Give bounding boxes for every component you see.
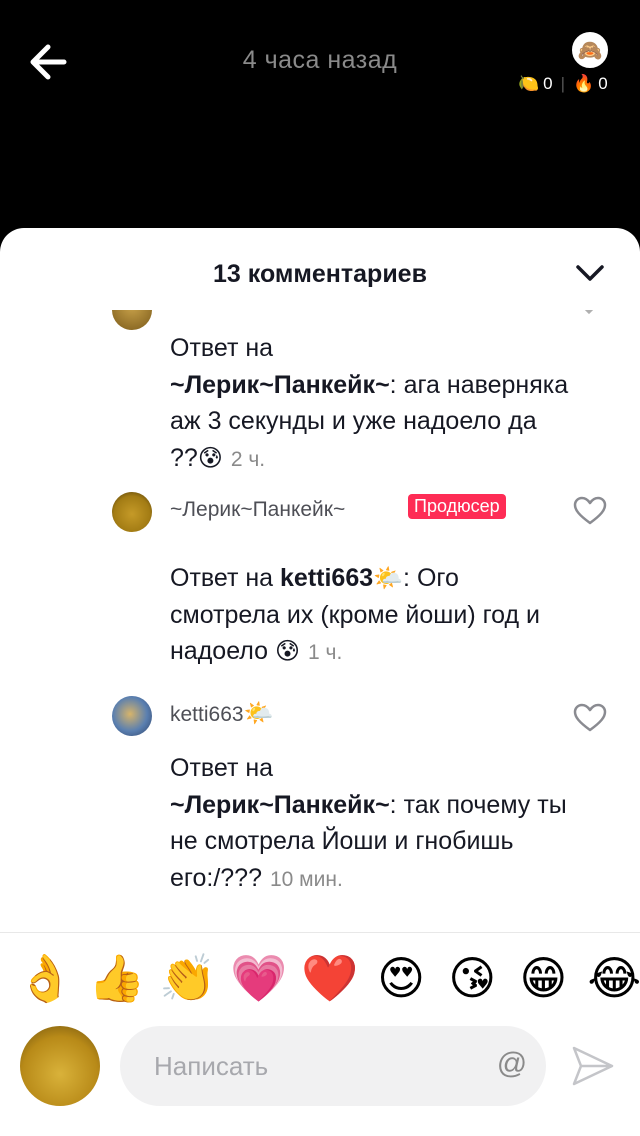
send-button[interactable] — [568, 1042, 616, 1090]
avatar[interactable] — [112, 492, 152, 532]
comments-list[interactable]: Ответ на ~Лерик~Панкейк~: ага наверняка … — [0, 310, 640, 930]
stats-divider: | — [560, 74, 566, 93]
reply-prefix: Ответ на — [170, 334, 274, 362]
anxious-face-icon: 😰 — [197, 444, 223, 472]
clapping-emoji-button[interactable]: 👏 — [152, 946, 223, 1010]
comment-input[interactable] — [154, 1046, 474, 1086]
send-icon — [572, 1046, 614, 1086]
coin-icon: 🍋 — [518, 74, 540, 93]
ok-hand-emoji-button[interactable]: 👌 — [10, 946, 81, 1010]
author-avatar[interactable]: 🙈 — [572, 32, 608, 68]
coin-count: 0 — [543, 74, 553, 93]
heart-eyes-emoji-button[interactable]: 😍 — [366, 946, 437, 1010]
sparkling-heart-emoji-button[interactable]: 💗 — [223, 946, 294, 1010]
quick-emoji-bar: 👌 👍 👏 💗 ❤️ 😍 😘 😁 😂 — [10, 946, 640, 1010]
comment-time: 10 мин. — [269, 867, 343, 891]
producer-badge: Продюсер — [408, 494, 506, 519]
chevron-down-icon[interactable] — [576, 310, 602, 318]
reply-mention[interactable]: ~Лерик~Панкейк~ — [170, 371, 390, 399]
collapse-button[interactable] — [572, 258, 608, 288]
divider — [0, 932, 640, 933]
fire-icon: 🔥 — [573, 74, 595, 93]
heart-icon[interactable] — [573, 703, 607, 733]
comment-input-box[interactable]: @ — [120, 1026, 546, 1106]
sun-cloud-icon: 🌤️ — [243, 700, 274, 727]
reply-mention[interactable]: ~Лерик~Панкейк~ — [170, 791, 390, 819]
anxious-face-icon: 😰 — [275, 638, 301, 665]
heart-icon[interactable] — [573, 496, 607, 526]
comment-time: 2 ч. — [230, 447, 266, 471]
video-header: 4 часа назад 🙈 🍋 0 | 🔥 0 — [0, 0, 640, 240]
reply-prefix: Ответ на — [170, 564, 274, 592]
author-name: ketti663 — [170, 703, 244, 726]
comments-count-title: 13 комментариев — [213, 260, 427, 288]
kiss-emoji-button[interactable]: 😘 — [437, 946, 508, 1010]
comment-author[interactable]: ~Лерик~Панкейк~ — [170, 498, 345, 522]
comment-text: Ответ на ketti663🌤️: Ого смотрела их (кр… — [170, 560, 570, 672]
avatar[interactable] — [112, 696, 152, 736]
stats: 🍋 0 | 🔥 0 — [518, 74, 608, 94]
comment-text: Ответ на ~Лерик~Панкейк~: ага наверняка … — [170, 330, 570, 478]
thumbs-up-emoji-button[interactable]: 👍 — [81, 946, 152, 1010]
grin-emoji-button[interactable]: 😁 — [508, 946, 579, 1010]
mention-button[interactable]: @ — [492, 1044, 532, 1084]
sun-cloud-icon: 🌤️ — [373, 565, 404, 592]
comment-text: Ответ на ~Лерик~Панкейк~: так почему ты … — [170, 750, 570, 898]
fire-count: 0 — [598, 74, 608, 93]
comment-time: 1 ч. — [308, 641, 343, 664]
red-heart-emoji-button[interactable]: ❤️ — [294, 946, 365, 1010]
avatar[interactable] — [112, 310, 152, 330]
comment-author[interactable]: ketti663🌤️ — [170, 702, 273, 727]
my-avatar[interactable] — [20, 1026, 100, 1106]
post-time: 4 часа назад — [242, 46, 398, 74]
reply-prefix: Ответ на — [170, 754, 274, 782]
reply-mention[interactable]: ketti663 — [280, 564, 373, 592]
comments-sheet: 13 комментариев Ответ на ~Лерик~Панкейк~… — [0, 228, 640, 1136]
tears-of-joy-emoji-button[interactable]: 😂 — [579, 946, 640, 1010]
chevron-down-icon — [576, 265, 604, 281]
